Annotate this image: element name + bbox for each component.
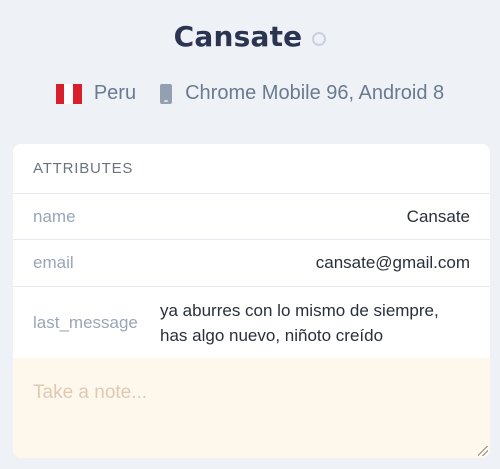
attribute-row-last-message: last_message ya aburres con lo mismo de …: [13, 287, 490, 358]
attributes-card: ATTRIBUTES name Cansate email cansate@gm…: [13, 144, 490, 458]
note-input[interactable]: [13, 358, 490, 458]
peru-flag-icon: [55, 83, 82, 104]
attribute-value: ya aburres con lo mismo de siempre, has …: [160, 300, 439, 345]
contact-header: Cansate: [0, 20, 500, 53]
contact-name: Cansate: [173, 20, 303, 53]
offline-status-icon: [312, 31, 327, 46]
attribute-value: cansate@gmail.com: [315, 253, 470, 272]
device-info: Chrome Mobile 96, Android 8: [160, 82, 444, 105]
attribute-key: name: [33, 206, 76, 226]
contact-profile-page: Cansate Peru Chrome Mobile 96, Android 8…: [0, 0, 500, 469]
country-info: Peru: [55, 82, 137, 105]
contact-meta: Peru Chrome Mobile 96, Android 8: [0, 82, 500, 105]
attribute-key: last_message: [33, 312, 138, 332]
attribute-value: Cansate: [406, 206, 470, 226]
device-label: Chrome Mobile 96, Android 8: [185, 82, 445, 104]
mobile-phone-icon: [160, 83, 173, 104]
attribute-row-email: email cansate@gmail.com: [13, 240, 490, 287]
attribute-key: email: [33, 253, 74, 272]
attribute-row-name: name Cansate: [13, 194, 490, 240]
country-label: Peru: [93, 82, 137, 104]
resize-handle-icon[interactable]: [478, 446, 488, 456]
attributes-title: ATTRIBUTES: [13, 144, 490, 194]
